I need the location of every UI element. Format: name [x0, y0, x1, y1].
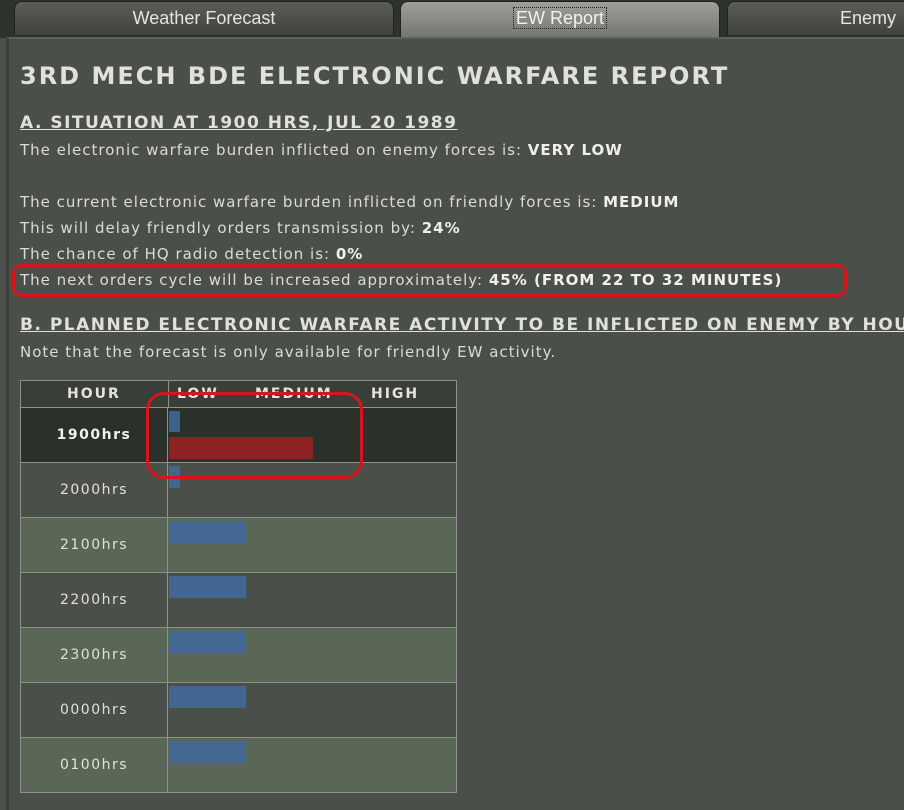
friendly-burden-line: The current electronic warfare burden in… — [20, 193, 679, 211]
row-hour: 2000hrs — [21, 463, 168, 517]
tab-bar: Weather Forecast EW Report Enemy — [0, 0, 904, 38]
header-hour: HOUR — [67, 386, 121, 402]
section-b-heading: B. PLANNED ELECTRONIC WARFARE ACTIVITY T… — [20, 315, 904, 335]
friendly-ew-bar — [169, 521, 246, 543]
annotation-ring-orders-cycle — [12, 264, 847, 297]
enemy-burden-line: The electronic warfare burden inflicted … — [20, 141, 623, 159]
row-hour: 2200hrs — [21, 573, 168, 627]
delay-value: 24% — [421, 219, 461, 237]
table-row: 2300hrs — [21, 628, 456, 683]
section-a-heading: A. SITUATION AT 1900 HRS, JUL 20 1989 — [20, 113, 458, 133]
row-hour: 2300hrs — [21, 628, 168, 682]
friendly-ew-bar — [169, 741, 246, 763]
friendly-burden-text: The current electronic warfare burden in… — [20, 193, 604, 211]
friendly-ew-bar — [169, 686, 246, 708]
enemy-burden-text: The electronic warfare burden inflicted … — [20, 141, 528, 159]
header-high: HIGH — [371, 386, 420, 402]
friendly-ew-bar — [169, 576, 246, 598]
tab-label: Weather Forecast — [132, 8, 276, 28]
annotation-ring-1900-bars — [146, 392, 363, 479]
detection-text: The chance of HQ radio detection is: — [20, 245, 336, 263]
forecast-note: Note that the forecast is only available… — [20, 343, 557, 361]
row-hour: 0000hrs — [21, 683, 168, 737]
table-row: 0100hrs — [21, 738, 456, 793]
table-row: 0000hrs — [21, 683, 456, 738]
tab-label: EW Report — [512, 7, 608, 29]
tab-ew-report[interactable]: EW Report — [400, 1, 720, 38]
detection-line: The chance of HQ radio detection is: 0% — [20, 245, 363, 263]
delay-line: This will delay friendly orders transmis… — [20, 219, 461, 237]
tab-label: Enemy — [840, 8, 897, 28]
detection-value: 0% — [335, 245, 364, 263]
table-row: 2100hrs — [21, 518, 456, 573]
tab-weather-forecast[interactable]: Weather Forecast — [14, 1, 394, 35]
row-hour: 0100hrs — [21, 738, 168, 792]
table-row: 2200hrs — [21, 573, 456, 628]
row-hour: 2100hrs — [21, 518, 168, 572]
friendly-ew-bar — [169, 631, 246, 653]
friendly-burden-value: MEDIUM — [603, 193, 680, 211]
tab-enemy[interactable]: Enemy — [727, 1, 904, 35]
report-title: 3RD MECH BDE ELECTRONIC WARFARE REPORT — [20, 62, 730, 90]
delay-text: This will delay friendly orders transmis… — [20, 219, 422, 237]
enemy-burden-value: VERY LOW — [527, 141, 623, 159]
